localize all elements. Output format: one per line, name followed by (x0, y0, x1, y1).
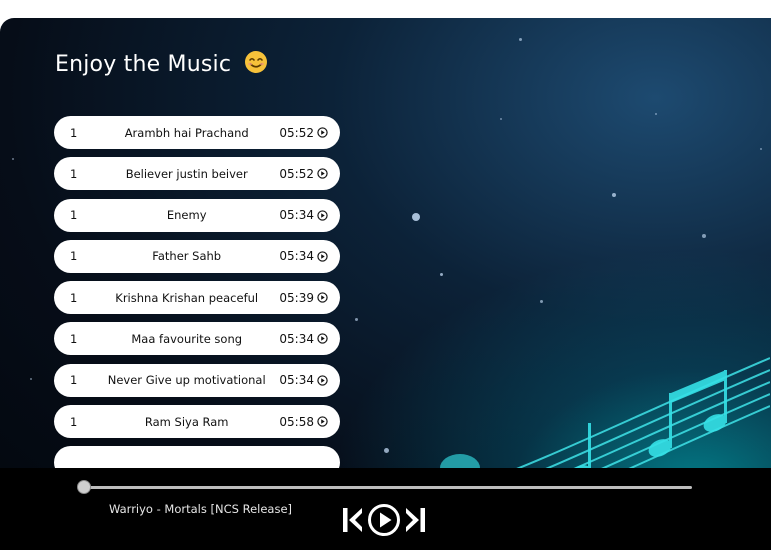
song-index: 1 (70, 249, 78, 264)
song-duration-text: 05:39 (279, 290, 314, 305)
now-playing-title: Warriyo - Mortals [NCS Release] (109, 502, 293, 516)
song-index: 1 (70, 208, 78, 223)
song-name: Never Give up motivational (107, 373, 266, 388)
song-duration-text: 05:52 (279, 166, 314, 181)
page-title-text: Enjoy the Music (55, 52, 232, 77)
skip-next-icon[interactable] (405, 505, 427, 535)
song-list: 1 Arambh hai Prachand 05:52 1 Believer j… (54, 116, 340, 488)
play-circle-icon[interactable] (317, 375, 328, 386)
song-duration: 05:34 (279, 208, 328, 222)
song-item[interactable]: 1 Arambh hai Prachand 05:52 (54, 116, 340, 149)
song-duration: 05:34 (279, 249, 328, 263)
song-index: 1 (70, 125, 78, 140)
play-circle-icon[interactable] (317, 333, 328, 345)
song-duration: 05:52 (279, 126, 328, 140)
song-item[interactable]: 1 Maa favourite song 05:34 (54, 322, 340, 356)
song-item[interactable]: 1 Enemy 05:34 (54, 198, 340, 232)
play-circle-icon[interactable] (317, 292, 328, 303)
song-duration: 05:34 (279, 332, 328, 346)
song-name: Father Sahb (152, 249, 222, 264)
star-decoration (655, 113, 657, 115)
song-duration: 05:52 (279, 167, 328, 181)
song-duration: 05:34 (279, 373, 328, 387)
star-decoration (412, 213, 420, 221)
song-name: Ram Siya Ram (144, 414, 229, 429)
player-bar: Warriyo - Mortals [NCS Release] (0, 468, 771, 550)
play-circle-icon[interactable] (317, 168, 328, 179)
song-duration-text: 05:34 (279, 331, 314, 346)
page-title: Enjoy the Music (55, 50, 268, 77)
song-duration-text: 05:34 (279, 208, 314, 223)
song-duration: 05:39 (279, 291, 328, 305)
star-decoration (612, 193, 616, 197)
playback-controls (341, 503, 427, 537)
song-item[interactable]: 1 Father Sahb 05:34 (54, 239, 340, 273)
star-decoration (760, 148, 762, 150)
song-item[interactable]: 1 Krishna Krishan peaceful 05:39 (54, 281, 340, 315)
song-name: Krishna Krishan peaceful (115, 290, 259, 305)
song-index: 1 (70, 414, 78, 429)
star-decoration (519, 38, 522, 41)
song-name: Maa favourite song (131, 331, 243, 346)
smiling-face-icon (245, 51, 268, 73)
play-circle-icon[interactable] (317, 416, 328, 427)
star-decoration (355, 318, 358, 321)
skip-previous-icon[interactable] (341, 505, 363, 535)
song-name: Enemy (166, 208, 207, 223)
song-duration: 05:58 (279, 415, 328, 429)
song-duration-text: 05:58 (279, 414, 314, 429)
star-decoration (30, 378, 32, 380)
star-decoration (540, 300, 543, 303)
song-duration-text: 05:34 (279, 249, 314, 264)
play-circle-icon[interactable] (317, 127, 328, 138)
star-decoration (500, 118, 502, 120)
play-icon[interactable] (366, 503, 402, 537)
song-duration-text: 05:52 (279, 125, 314, 140)
song-index: 1 (70, 166, 78, 181)
star-decoration (440, 273, 443, 276)
star-decoration (12, 158, 14, 160)
song-item[interactable]: 1 Never Give up motivational 05:34 (54, 363, 340, 397)
song-item[interactable]: 1 Ram Siya Ram 05:58 (54, 405, 340, 439)
song-name: Arambh hai Prachand (124, 125, 249, 140)
play-circle-icon[interactable] (317, 209, 328, 221)
progress-thumb[interactable] (77, 480, 91, 494)
star-decoration (384, 448, 389, 453)
song-index: 1 (70, 290, 78, 305)
song-duration-text: 05:34 (279, 373, 314, 388)
song-index: 1 (70, 331, 78, 346)
song-index: 1 (70, 373, 78, 388)
progress-bar[interactable] (84, 486, 692, 489)
song-item[interactable]: 1 Believer justin beiver 05:52 (54, 157, 340, 191)
song-name: Believer justin beiver (125, 166, 248, 181)
play-circle-icon[interactable] (317, 251, 328, 262)
star-decoration (702, 234, 706, 238)
